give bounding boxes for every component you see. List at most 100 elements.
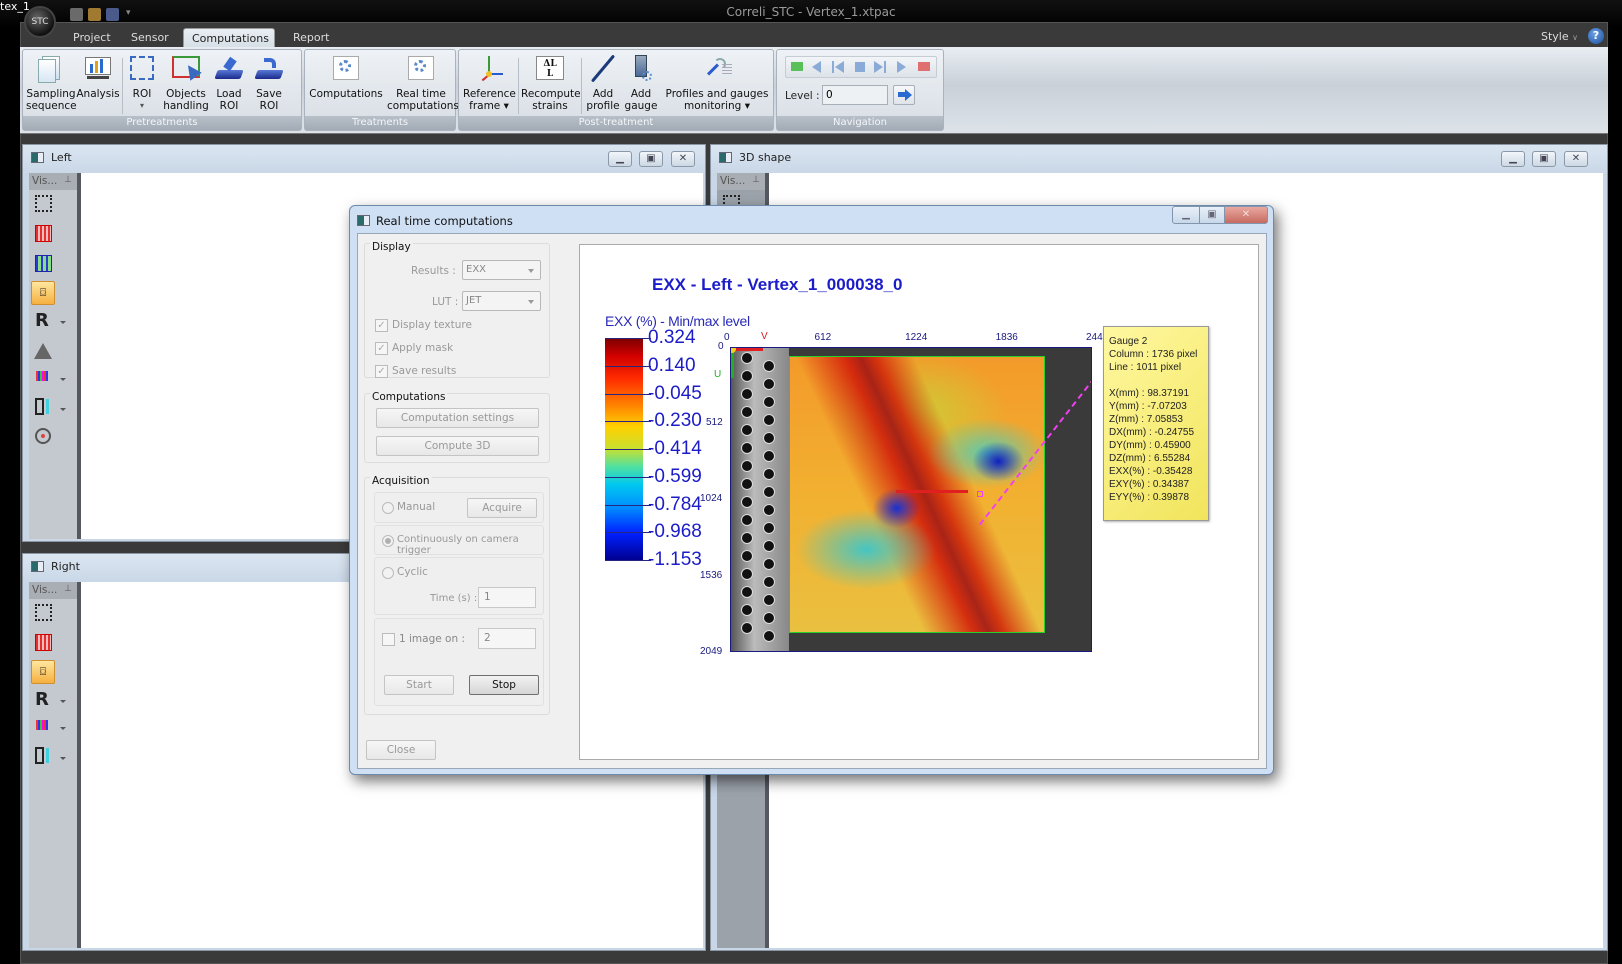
one-image-input[interactable]: 2	[478, 628, 536, 649]
cyclic-radio[interactable]	[382, 567, 394, 579]
camera-icon[interactable]: ⌼	[31, 660, 55, 684]
y-tick-label: 512	[706, 417, 723, 429]
camera-icon[interactable]: ⌼	[31, 281, 55, 305]
previous-icon[interactable]	[812, 61, 821, 73]
close-button[interactable]: ✕	[671, 151, 695, 167]
stop-button[interactable]: Stop	[469, 675, 539, 695]
colorbar-tick	[605, 449, 651, 450]
level-input[interactable]	[822, 85, 888, 105]
dropdown-arrow-icon[interactable]	[60, 700, 66, 703]
mountain-icon[interactable]	[34, 343, 52, 359]
group-label: Navigation	[777, 116, 943, 130]
ruler-icon[interactable]	[35, 747, 44, 764]
target-icon[interactable]	[35, 428, 51, 444]
panel-title: Right	[51, 560, 80, 573]
apply-mask-checkbox[interactable]: ✓	[375, 342, 388, 355]
r-reference-icon[interactable]: R	[35, 310, 57, 332]
grid-camera-icon[interactable]	[35, 634, 52, 651]
apply-mask-label: Apply mask	[392, 342, 454, 354]
pin-icon[interactable]: ⊥	[64, 584, 72, 594]
style-menu[interactable]: Style ∨	[1541, 30, 1578, 43]
r-reference-icon[interactable]: R	[35, 689, 57, 711]
acquire-button[interactable]: Acquire	[467, 498, 537, 518]
analysis-button[interactable]: Analysis	[76, 54, 120, 100]
minimize-button[interactable]: ▁	[1501, 151, 1525, 167]
dialog-minimize-button[interactable]: ▁	[1172, 206, 1200, 224]
tab-project[interactable]: Project	[65, 28, 119, 48]
dialog-close-button[interactable]: ✕	[1224, 206, 1268, 224]
color-points-icon[interactable]	[36, 371, 48, 381]
new-file-icon[interactable]	[70, 8, 83, 21]
quick-access-dropdown-icon[interactable]: ▾	[126, 8, 131, 18]
save-roi-button[interactable]: Save ROI	[251, 54, 287, 112]
pin-icon[interactable]: ⊥	[64, 175, 72, 185]
label-line: strains	[532, 100, 568, 112]
gauge-marker[interactable]	[977, 491, 983, 497]
time-input[interactable]: 1	[478, 587, 536, 608]
lut-select[interactable]: JET	[462, 291, 541, 311]
end-flag-icon[interactable]	[918, 62, 930, 71]
dropdown-arrow-icon[interactable]	[60, 757, 66, 760]
open-folder-icon[interactable]	[88, 8, 101, 21]
reference-frame-button[interactable]: Reference frame ▾	[463, 54, 516, 112]
dropdown-arrow-icon[interactable]	[60, 408, 66, 411]
restore-button[interactable]: ▣	[639, 151, 663, 167]
panel-title: Left	[51, 151, 72, 164]
close-button[interactable]: ✕	[1564, 151, 1588, 167]
pin-icon[interactable]: ⊥	[752, 175, 760, 185]
mesh-grid-icon[interactable]	[35, 255, 52, 272]
roi-dropdown-button[interactable]: ROI ▾	[125, 54, 159, 112]
results-value: EXX	[466, 264, 487, 275]
label-line: ROI	[259, 100, 279, 112]
dialog-maximize-button[interactable]: ▣	[1199, 206, 1225, 224]
real-time-computations-button[interactable]: Real time computations	[387, 54, 459, 112]
objects-handling-button[interactable]: Objects handling	[163, 54, 209, 112]
start-button[interactable]: Start	[384, 675, 454, 695]
toolbar-header: Vis... ⊥	[29, 582, 77, 599]
next-icon[interactable]	[897, 61, 906, 73]
save-results-checkbox[interactable]: ✓	[375, 365, 388, 378]
display-texture-checkbox[interactable]: ✓	[375, 319, 388, 332]
load-roi-button[interactable]: Load ROI	[211, 54, 247, 112]
add-gauge-button[interactable]: Add gauge	[623, 54, 659, 112]
one-image-row: 1 image on : 2 Start Stop	[374, 618, 544, 706]
fit-view-icon[interactable]	[35, 604, 52, 621]
profiles-gauges-monitoring-button[interactable]: Profiles and gauges monitoring ▾	[661, 54, 773, 112]
grip-hole	[741, 406, 753, 418]
strain-map-view[interactable]: EXX - Left - Vertex_1_000038_0 EXX (%) -…	[579, 244, 1259, 760]
start-flag-icon[interactable]	[791, 62, 803, 71]
add-profile-button[interactable]: Add profile	[584, 54, 622, 112]
color-points-icon[interactable]	[36, 720, 48, 730]
last-icon[interactable]	[874, 61, 888, 74]
dropdown-arrow-icon[interactable]	[60, 378, 66, 381]
minimize-button[interactable]: ▁	[608, 151, 632, 167]
pages-icon	[36, 54, 66, 84]
tab-sensor[interactable]: Sensor	[123, 28, 177, 48]
tab-report[interactable]: Report	[285, 28, 337, 48]
tab-computations[interactable]: Computations	[183, 28, 275, 48]
restore-button[interactable]: ▣	[1532, 151, 1556, 167]
results-select[interactable]: EXX	[462, 260, 541, 280]
one-image-checkbox[interactable]	[382, 633, 395, 646]
label-line: ROI	[219, 100, 239, 112]
fit-view-icon[interactable]	[35, 195, 52, 212]
close-dialog-button[interactable]: Close	[366, 740, 436, 760]
computation-settings-button[interactable]: Computation settings	[376, 408, 539, 428]
computations-button[interactable]: Computations	[309, 54, 383, 100]
strain-field-image[interactable]	[730, 347, 1092, 652]
manual-radio[interactable]	[382, 502, 394, 514]
first-icon[interactable]	[832, 61, 846, 74]
dropdown-arrow-icon[interactable]	[60, 321, 66, 324]
grid-camera-icon[interactable]	[35, 225, 52, 242]
recompute-strains-button[interactable]: ΔL L Recompute strains	[521, 54, 581, 112]
save-icon[interactable]	[106, 8, 119, 21]
go-level-button[interactable]	[893, 85, 915, 105]
ruler-icon[interactable]	[35, 398, 44, 415]
stop-icon[interactable]	[855, 62, 865, 72]
continuous-radio[interactable]	[382, 535, 394, 547]
app-logo-button[interactable]: STC	[24, 6, 56, 38]
help-icon[interactable]: ?	[1588, 28, 1604, 44]
sampling-sequence-button[interactable]: Sampling sequence	[26, 54, 77, 112]
dropdown-arrow-icon[interactable]	[60, 727, 66, 730]
compute-3d-button[interactable]: Compute 3D	[376, 436, 539, 456]
